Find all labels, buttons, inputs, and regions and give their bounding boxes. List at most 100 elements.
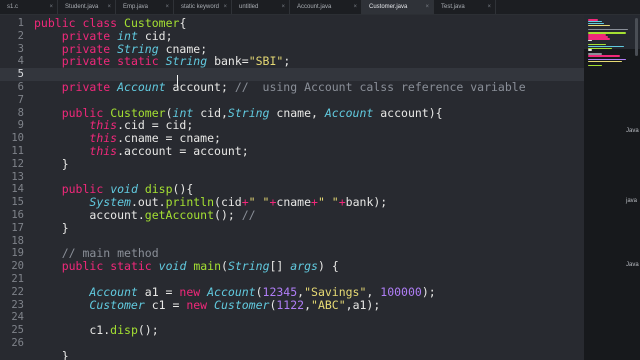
code-token: }	[34, 348, 69, 360]
code-token: int	[117, 28, 138, 43]
minimap[interactable]	[584, 15, 640, 360]
code-line[interactable]: 6 private Account account; // using Acco…	[0, 81, 584, 94]
close-icon[interactable]: ×	[165, 0, 169, 14]
code-line[interactable]: 22 Account a1 = new Account(12345,"Savin…	[0, 284, 584, 299]
close-icon[interactable]: ×	[353, 0, 357, 14]
minimap-line	[588, 60, 622, 63]
line-number: 2	[17, 29, 24, 42]
tab-label: Account.java	[297, 4, 332, 10]
minimap-line	[588, 64, 602, 67]
close-icon[interactable]: ×	[223, 0, 227, 14]
code-line[interactable]: 11 this.account = account;	[0, 145, 584, 158]
tab-6[interactable]: Customer.java ×	[362, 0, 434, 14]
code-line[interactable]: 16 account.getAccount(); //	[0, 209, 584, 222]
code-line[interactable]: 10 this.cname = cname;	[0, 132, 584, 145]
code-token: Account	[89, 284, 138, 299]
code-token: String	[117, 41, 159, 56]
code-line[interactable]: 9 this.cid = cid;	[0, 119, 584, 132]
code-token: public	[34, 16, 76, 30]
minimap-scrollbar[interactable]	[635, 18, 638, 56]
code-line[interactable]: 24	[0, 311, 584, 324]
code-line[interactable]: 8 public Customer(int cid,String cname, …	[0, 105, 584, 120]
close-icon[interactable]: ×	[107, 0, 111, 14]
code-token: Account	[207, 284, 256, 299]
code-line[interactable]: 19 // main method	[0, 247, 584, 260]
code-token: +	[311, 195, 318, 210]
text-cursor	[177, 75, 178, 87]
code-line[interactable]: 3 private String cname;	[0, 41, 584, 56]
code-token: .account = account;	[117, 144, 249, 158]
minimap-line	[588, 55, 620, 57]
code-line[interactable]: 1 public class Customer{	[0, 17, 584, 30]
code-token: getAccount	[144, 208, 215, 222]
tab-5[interactable]: Account.java ×	[290, 0, 362, 14]
tab-4[interactable]: untitled ×	[232, 0, 290, 14]
code-line[interactable]: 20 public static void main(String[] args…	[0, 260, 584, 273]
code-line[interactable]: 7	[0, 94, 584, 107]
tab-1[interactable]: Student.java ×	[58, 0, 116, 14]
tab-0[interactable]: s1.c ×	[0, 0, 58, 14]
code-line[interactable]: 14 public void disp(){	[0, 183, 584, 196]
tab-label: Student.java	[65, 4, 99, 10]
tab-label: s1.c	[7, 4, 19, 10]
code-text: private int cid;	[34, 28, 173, 43]
code-line[interactable]: 15 System.out.println(cid+" "+cname+" "+…	[0, 196, 584, 209]
code-editor[interactable]: } 26 25 c1.disp(); 24 23 Customer c1 = new C…	[0, 15, 584, 360]
code-token: main	[193, 259, 222, 274]
code-text: public class Customer{	[34, 17, 186, 30]
code-line[interactable]: }	[0, 348, 584, 360]
code-token: args	[290, 259, 318, 274]
code-line[interactable]: 17 }	[0, 221, 584, 235]
tab-3[interactable]: static keyword ×	[174, 0, 232, 14]
close-icon[interactable]: ×	[425, 0, 429, 14]
code-token: bank=	[207, 54, 249, 69]
tab-bar: s1.c × Student.java × Emp.java × static keywor…	[0, 0, 640, 15]
tab-7[interactable]: Test.java ×	[434, 0, 496, 14]
side-label: java	[626, 198, 638, 204]
code-token: String	[227, 259, 270, 274]
close-icon[interactable]: ×	[281, 0, 285, 14]
tab-2[interactable]: Emp.java ×	[116, 0, 174, 14]
line-number: 21	[11, 273, 24, 285]
code-line[interactable]: 26	[0, 337, 584, 350]
code-line[interactable]: 13	[0, 171, 584, 184]
code-token: Customer	[110, 105, 166, 120]
line-number: 9	[17, 119, 24, 132]
code-token: ();	[214, 208, 242, 222]
code-line[interactable]: 4 private static String bank="SBI";	[0, 55, 584, 68]
close-icon[interactable]: ×	[487, 0, 491, 14]
code-token: ();	[137, 323, 159, 338]
code-token: Account	[324, 105, 374, 120]
code-line[interactable]: 12 }	[0, 156, 584, 171]
code-token: //	[241, 208, 256, 222]
code-line[interactable]: 18	[0, 235, 584, 248]
line-number: 26	[11, 337, 24, 349]
code-token: (	[255, 284, 263, 299]
code-token: }	[34, 156, 69, 171]
close-icon[interactable]: ×	[49, 0, 53, 14]
code-text: }	[34, 348, 69, 360]
code-line[interactable]: 21	[0, 273, 584, 286]
code-line[interactable]: 2 private int cid;	[0, 28, 584, 43]
code-text: this.cid = cid;	[34, 119, 193, 132]
code-token: this	[89, 118, 118, 133]
code-text: public void disp(){	[34, 183, 194, 196]
code-line[interactable]: 5	[0, 68, 584, 81]
code-token: .cname = cname;	[117, 131, 221, 146]
line-number: 23	[11, 298, 24, 311]
code-token: ;	[283, 54, 291, 69]
code-line[interactable]: 23 Customer c1 = new Customer(1122,"ABC"…	[0, 298, 584, 312]
code-token: bank);	[345, 195, 388, 210]
code-line[interactable]: 25 c1.disp();	[0, 324, 584, 337]
tab-label: static keyword	[181, 4, 220, 10]
line-number: 7	[17, 93, 24, 106]
code-text: }	[34, 221, 69, 235]
code-token: println	[165, 195, 215, 210]
line-number: 22	[11, 285, 24, 298]
line-number: 10	[11, 132, 24, 145]
